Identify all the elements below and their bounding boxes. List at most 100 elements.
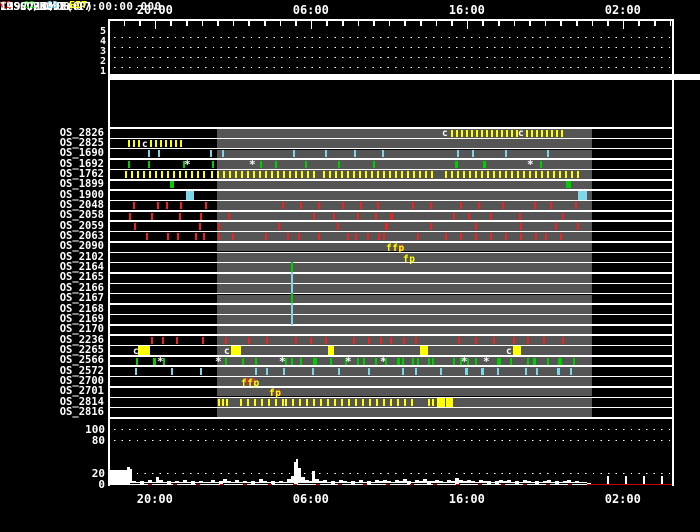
event-tick <box>397 357 400 365</box>
event-tick <box>253 171 255 179</box>
buffer-red-dash <box>456 483 460 486</box>
time-label-bottom: 20:00 <box>136 492 173 506</box>
row-separator <box>108 303 672 305</box>
lasco-planning-timeline: 20:00 06:00 16:00 02:00 54321 TM SUBMODE LA… <box>0 0 700 532</box>
buffer-red-dash <box>268 483 272 486</box>
event-tick <box>501 129 503 137</box>
event-block <box>186 191 194 200</box>
event-tick <box>523 171 525 179</box>
event-tick <box>541 171 543 179</box>
event-tick <box>389 171 391 179</box>
event-tick <box>313 171 315 179</box>
event-tick <box>307 171 309 179</box>
row-separator <box>108 230 672 233</box>
event-tick <box>505 171 507 179</box>
event-tick <box>166 202 168 210</box>
event-tick <box>478 202 480 210</box>
event-tick <box>369 398 371 406</box>
event-tick <box>151 336 153 344</box>
event-tick <box>291 357 293 365</box>
row-separator <box>108 210 672 212</box>
row-separator <box>108 365 672 367</box>
event-tick <box>510 357 512 365</box>
event-tick <box>226 398 228 406</box>
buffer-gridline <box>114 439 672 441</box>
event-tick <box>505 233 507 241</box>
event-tick <box>525 367 527 375</box>
event-tick <box>377 171 379 179</box>
event-c-marker: c <box>518 128 524 140</box>
event-tick <box>511 129 513 137</box>
event-tick <box>155 140 157 147</box>
datetime-label: 1997/10/08 17:00:00.000 <box>0 0 162 13</box>
hour-tick <box>373 20 375 26</box>
hour-tick <box>591 20 594 26</box>
row-separator <box>108 137 672 140</box>
event-tick <box>128 140 130 147</box>
event-text-marker: fp <box>269 388 282 400</box>
event-tick <box>153 357 156 365</box>
event-tick <box>566 181 571 189</box>
plot-border-right <box>672 19 674 486</box>
event-tick <box>428 357 430 365</box>
row-separator <box>108 147 672 150</box>
event-tick <box>432 357 434 365</box>
event-tick <box>451 171 453 179</box>
event-tick <box>240 398 242 406</box>
event-tick <box>481 171 483 179</box>
event-tick <box>417 357 419 365</box>
event-tick <box>513 336 515 344</box>
event-tick <box>163 357 165 365</box>
hour-tick <box>654 20 656 26</box>
event-tick <box>560 233 562 241</box>
event-tick <box>292 398 294 406</box>
event-tick <box>536 129 538 137</box>
buffer-red-dash <box>546 483 550 486</box>
hour-tick <box>170 20 172 26</box>
event-tick <box>562 212 564 220</box>
tm-gridline <box>114 57 672 59</box>
event-tick <box>451 129 453 137</box>
buffer-red-dash <box>293 483 297 486</box>
event-tick <box>425 171 427 179</box>
event-tick <box>355 398 357 406</box>
event-block <box>328 346 334 355</box>
event-tick <box>520 222 522 230</box>
event-tick <box>511 171 513 179</box>
hour-tick <box>482 20 484 26</box>
event-tick <box>457 150 459 158</box>
event-tick <box>218 233 220 241</box>
event-tick <box>235 171 237 179</box>
event-tick <box>403 336 405 344</box>
buffer-bar <box>587 482 591 484</box>
event-tick <box>128 160 130 168</box>
event-tick <box>378 233 380 241</box>
event-tick <box>170 181 174 189</box>
event-tick <box>496 129 498 137</box>
event-star-marker: * <box>184 158 191 172</box>
row-separator <box>108 220 672 222</box>
event-tick <box>283 171 285 179</box>
event-block <box>437 398 445 407</box>
event-tick <box>282 202 284 210</box>
buffer-red-dash <box>338 483 342 486</box>
event-tick <box>197 171 199 179</box>
event-tick <box>534 202 536 210</box>
event-tick <box>555 222 557 230</box>
buffer-red-dash <box>501 483 505 486</box>
row-separator <box>108 386 672 388</box>
event-tick <box>476 129 478 137</box>
buffer-axis-label: 80 <box>91 433 105 447</box>
event-tick <box>177 233 179 241</box>
event-tick <box>347 233 349 241</box>
row-separator <box>108 406 672 409</box>
event-star-marker: * <box>249 158 256 172</box>
event-tick <box>266 367 268 375</box>
event-tick <box>225 357 227 365</box>
event-tick <box>313 357 317 365</box>
row-gray-band <box>217 315 592 324</box>
event-tick <box>531 129 533 137</box>
hour-tick <box>139 20 141 26</box>
event-tick <box>148 150 150 158</box>
hour-tick <box>607 20 609 26</box>
